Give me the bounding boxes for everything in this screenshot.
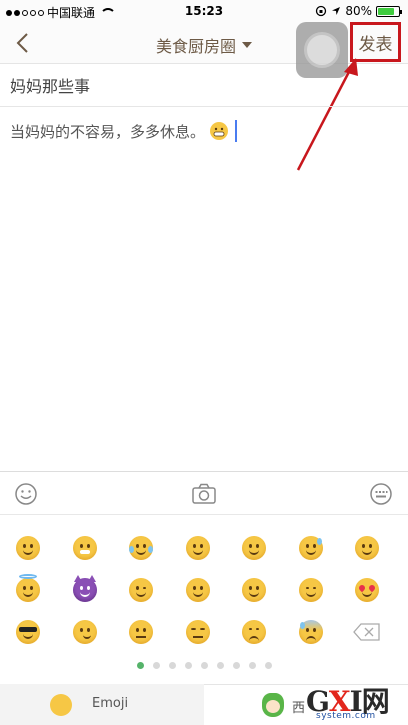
cold-sweat-face-emoji[interactable] [283, 611, 340, 653]
emoji-tab-icon [50, 694, 72, 716]
smile-face-emoji[interactable] [226, 527, 283, 569]
expressionless-face-emoji[interactable] [170, 611, 227, 653]
tab-west-label: 西 [292, 701, 306, 716]
camera-icon [192, 483, 216, 504]
grinning-face-emoji[interactable] [0, 527, 57, 569]
neutral-face-emoji[interactable] [113, 611, 170, 653]
battery-percent: 80% [345, 4, 372, 18]
sunglasses-face-emoji[interactable] [0, 611, 57, 653]
emoji-page-indicator [0, 662, 408, 669]
page-dot[interactable] [232, 662, 240, 669]
blush-face-emoji[interactable] [170, 569, 227, 611]
smiley-face-emoji[interactable] [170, 527, 227, 569]
watermark-logo: GXI网 system.com [306, 680, 406, 724]
page-dot[interactable] [152, 662, 160, 669]
page-dot[interactable] [168, 662, 176, 669]
tears-of-joy-face-emoji[interactable] [113, 527, 170, 569]
wink-face-icon [129, 578, 154, 602]
emoji-row [0, 569, 408, 611]
laughing-face-icon [355, 536, 380, 560]
emoji-row [0, 611, 408, 653]
smile-face-icon [242, 536, 267, 560]
blush-face-icon [185, 578, 210, 602]
caret-down-icon [242, 42, 252, 48]
unamused-face-icon [242, 620, 267, 644]
page-dot[interactable] [264, 662, 272, 669]
emoji-row [0, 527, 408, 569]
devil-face-icon [72, 575, 97, 602]
laughing-face-emoji[interactable] [339, 527, 396, 569]
circle-selector[interactable]: 美食厨房圈 [156, 33, 252, 57]
page-dot[interactable] [216, 662, 224, 669]
tab-emoji[interactable]: Emoji [0, 684, 204, 725]
sweat-smile-face-emoji[interactable] [283, 527, 340, 569]
delete-emoji-button[interactable] [339, 611, 396, 653]
heart-eyes-face-icon [355, 578, 380, 602]
post-title[interactable]: 妈妈那些事 [10, 73, 90, 97]
post-body-text: 当妈妈的不容易，多多休息。 [10, 122, 206, 141]
page-dot[interactable] [136, 662, 144, 669]
smirk-face-icon [72, 620, 97, 644]
heart-eyes-face-emoji[interactable] [339, 569, 396, 611]
editor-toolbar [0, 471, 408, 515]
watermelon-character-icon [262, 693, 284, 717]
camera-button[interactable] [191, 481, 217, 507]
tears-of-joy-face-icon [129, 536, 154, 560]
annotation-arrow [296, 58, 358, 171]
text-cursor [235, 120, 238, 142]
divider [0, 106, 408, 107]
unamused-face-emoji[interactable] [226, 611, 283, 653]
location-icon [332, 7, 341, 15]
emoji-toggle-button[interactable] [13, 481, 39, 507]
smiley-icon [15, 483, 37, 505]
grinning-emoji-icon [210, 122, 229, 140]
page-dot[interactable] [184, 662, 192, 669]
sunglasses-face-icon [16, 620, 41, 644]
sweat-smile-face-icon [298, 536, 323, 560]
battery-icon [376, 5, 402, 17]
devil-face-emoji[interactable] [57, 569, 114, 611]
status-bar: 中国联通 15:23 80% [0, 0, 408, 22]
circle-name: 美食厨房圈 [155, 37, 236, 56]
yum-face-icon [242, 578, 267, 602]
smirk-face-emoji[interactable] [57, 611, 114, 653]
page-dot[interactable] [248, 662, 256, 669]
smiley-face-icon [185, 536, 210, 560]
battery-level [378, 7, 394, 15]
status-right: 80% [315, 4, 402, 18]
neutral-face-icon [129, 620, 154, 644]
tab-emoji-label: Emoji [92, 696, 129, 711]
yum-face-emoji[interactable] [226, 569, 283, 611]
cold-sweat-face-icon [298, 620, 323, 644]
rotation-lock-icon [316, 5, 327, 17]
backspace-icon [353, 623, 380, 641]
expressionless-face-icon [185, 620, 210, 644]
grimacing-face-emoji[interactable] [57, 527, 114, 569]
post-body[interactable]: 当妈妈的不容易，多多休息。 [10, 120, 238, 142]
grimacing-face-icon [72, 536, 97, 560]
relieved-face-icon [298, 578, 323, 602]
watermark-domain: system.com [316, 711, 376, 721]
emoji-grid [0, 527, 408, 657]
halo-face-emoji[interactable] [0, 569, 57, 611]
halo-face-icon [16, 574, 41, 602]
keyboard-icon [370, 483, 392, 505]
wink-face-emoji[interactable] [113, 569, 170, 611]
keyboard-toggle-button[interactable] [368, 481, 394, 507]
page-dot[interactable] [200, 662, 208, 669]
grinning-face-icon [16, 536, 41, 560]
relieved-face-emoji[interactable] [283, 569, 340, 611]
